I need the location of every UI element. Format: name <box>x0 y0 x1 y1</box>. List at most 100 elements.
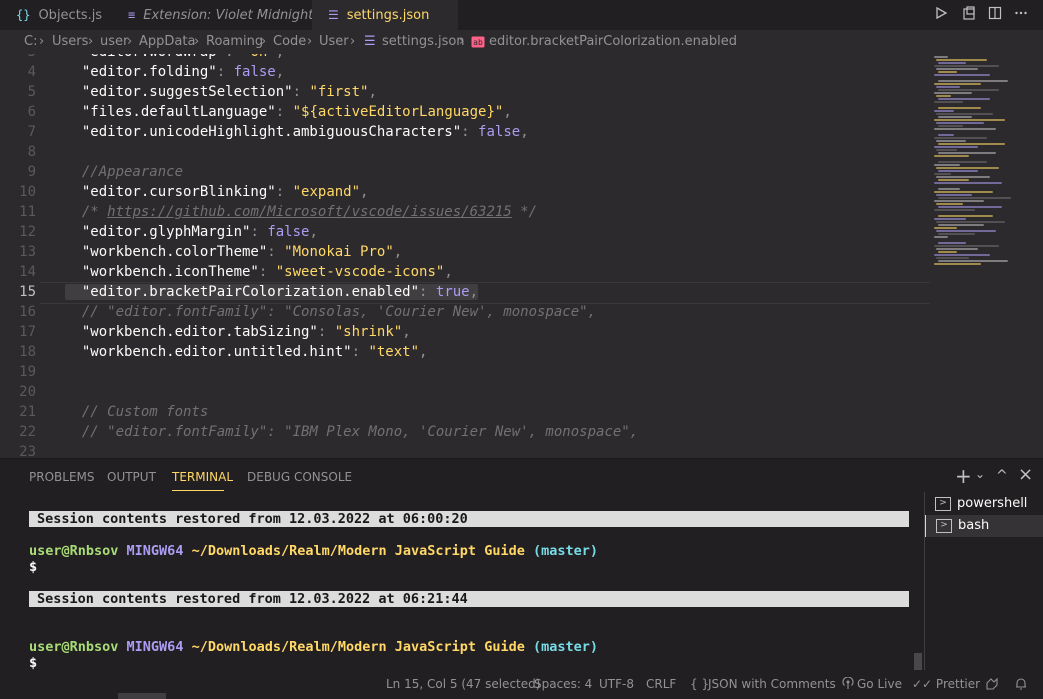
minimap-line <box>934 101 963 103</box>
breadcrumb-item[interactable]: C: <box>24 34 37 49</box>
minimap-line <box>934 173 951 175</box>
end-of-line[interactable]: CRLF <box>646 677 676 691</box>
breadcrumb-item[interactable]: settings.json <box>382 34 465 49</box>
close-panel-icon[interactable]: × <box>1018 464 1033 485</box>
code-line[interactable]: 20 <box>0 382 930 402</box>
terminal-prompt-line: user@Rnbsov MINGW64 ~/Downloads/Realm/Mo… <box>29 639 599 655</box>
minimap-line <box>936 59 987 61</box>
prettier-button[interactable]: ✓✓ Prettier <box>912 677 980 691</box>
line-number: 18 <box>19 344 36 360</box>
code-line[interactable]: 15 "editor.bracketPairColorization.enabl… <box>0 282 930 304</box>
run-icon[interactable] <box>932 6 950 24</box>
minimap-line <box>936 221 1005 223</box>
line-number: 12 <box>19 224 36 240</box>
tab-debug-console[interactable]: DEBUG CONSOLE <box>247 470 352 484</box>
notifications-bell-icon[interactable] <box>1015 677 1027 694</box>
minimap-line <box>938 98 990 100</box>
code-line[interactable]: 4 "editor.folding": false, <box>0 62 930 82</box>
code-line[interactable]: 3 "editor.wordWrap": "on", <box>0 54 930 62</box>
js-file-icon: {} <box>16 8 31 22</box>
line-number: 20 <box>19 384 36 400</box>
code-line[interactable]: 7 "editor.unicodeHighlight.ambiguousChar… <box>0 122 930 142</box>
minimap-line <box>938 152 996 154</box>
go-live-button[interactable]: Go Live <box>857 677 902 691</box>
code-line[interactable]: 23 <box>0 442 930 458</box>
chevron-down-icon[interactable]: ⌄ <box>975 467 985 481</box>
breadcrumb-item[interactable]: User <box>319 34 349 49</box>
minimap-line <box>938 233 975 235</box>
code-line[interactable]: 14 "workbench.iconTheme": "sweet-vscode-… <box>0 262 930 282</box>
maximize-panel-icon[interactable]: ^ <box>996 468 1008 484</box>
feedback-icon[interactable] <box>985 677 999 694</box>
open-settings-ui-icon[interactable] <box>960 6 978 24</box>
code-line[interactable]: 8 <box>0 142 930 162</box>
new-terminal-icon[interactable]: + <box>955 464 972 488</box>
terminal-item-bash[interactable]: > bash <box>925 515 1043 537</box>
breadcrumb-item[interactable]: Roaming <box>206 34 263 49</box>
code-editor[interactable]: 3 "editor.wordWrap": "on",4 "editor.fold… <box>0 54 1043 458</box>
minimap-line <box>938 197 1011 199</box>
code-line[interactable]: 13 "workbench.colorTheme": "Monokai Pro"… <box>0 242 930 262</box>
encoding[interactable]: UTF-8 <box>599 677 634 691</box>
code-text: "editor.unicodeHighlight.ambiguousCharac… <box>81 124 529 140</box>
code-line[interactable]: 9 //Appearance <box>0 162 930 182</box>
breadcrumb-separator: › <box>127 34 133 49</box>
code-line[interactable]: 17 "workbench.editor.tabSizing": "shrink… <box>0 322 930 342</box>
code-line[interactable]: 22 // "editor.fontFamily": "IBM Plex Mon… <box>0 422 930 442</box>
session-restored-banner: Session contents restored from 12.03.202… <box>29 511 909 527</box>
svg-text:ab: ab <box>473 38 483 47</box>
terminal-prompt-symbol: $ <box>29 559 38 575</box>
language-mode[interactable]: JSON with Comments <box>708 677 836 691</box>
minimap-line <box>938 125 963 127</box>
line-number: 16 <box>19 304 36 320</box>
code-text: "workbench.editor.tabSizing": "shrink", <box>81 324 411 340</box>
tab-problems[interactable]: PROBLEMS <box>29 470 95 484</box>
tab-objects-js[interactable]: {} Objects.js <box>0 0 128 30</box>
code-line[interactable]: 19 <box>0 362 930 382</box>
minimap-line <box>934 119 1005 121</box>
json-file-icon: ☰ <box>364 34 376 49</box>
breadcrumb-separator: › <box>459 34 465 49</box>
code-line[interactable]: 5 "editor.suggestSelection": "first", <box>0 82 930 102</box>
more-actions-icon[interactable] <box>1012 6 1030 24</box>
braces-icon: { } <box>690 677 710 691</box>
indentation[interactable]: Spaces: 4 <box>534 677 592 691</box>
minimap-line <box>934 92 972 94</box>
code-line[interactable]: 12 "editor.glyphMargin": false, <box>0 222 930 242</box>
tab-output[interactable]: OUTPUT <box>107 470 156 484</box>
minimap-line <box>936 140 966 142</box>
code-text: "editor.glyphMargin": false, <box>81 224 318 240</box>
minimap-line <box>938 62 966 64</box>
split-editor-icon[interactable] <box>986 6 1004 24</box>
code-line[interactable]: 6 "files.defaultLanguage": "${activeEdit… <box>0 102 930 122</box>
breadcrumb-item[interactable]: Users <box>52 34 88 49</box>
minimap[interactable] <box>928 54 1043 284</box>
code-text: /* https://github.com/Microsoft/vscode/i… <box>65 204 538 220</box>
tab-settings-json[interactable]: ☰ settings.json <box>312 0 458 30</box>
line-number: 15 <box>19 284 36 300</box>
cursor-position[interactable]: Ln 15, Col 5 (47 selected) <box>386 677 540 691</box>
code-text: "editor.folding": false, <box>81 64 285 80</box>
code-line[interactable]: 10 "editor.cursorBlinking": "expand", <box>0 182 930 202</box>
minimap-line <box>934 191 993 193</box>
minimap-line <box>934 182 1002 184</box>
minimap-line <box>934 209 975 211</box>
tab-terminal[interactable]: TERMINAL <box>172 470 233 484</box>
minimap-line <box>938 188 960 190</box>
code-line[interactable]: 11 /* https://github.com/Microsoft/vscod… <box>0 202 930 222</box>
breadcrumb-item[interactable]: editor.bracketPairColorization.enabled <box>489 34 737 49</box>
terminal-item-powershell[interactable]: > powershell <box>925 493 1043 515</box>
tab-extension-violet-midnight[interactable]: ≡ Extension: Violet Midnight <box>112 0 328 30</box>
line-number: 5 <box>27 84 36 100</box>
breadcrumb-item[interactable]: Code <box>273 34 306 49</box>
code-text: "editor.bracketPairColorization.enabled"… <box>65 282 479 302</box>
line-number: 9 <box>27 164 36 180</box>
minimap-line <box>934 200 984 202</box>
code-line[interactable]: 21 // Custom fonts <box>0 402 930 422</box>
breadcrumb-item[interactable]: user <box>100 34 128 49</box>
terminal-scrollbar[interactable] <box>914 653 922 671</box>
breadcrumb-item[interactable]: AppData <box>139 34 195 49</box>
code-line[interactable]: 16 // "editor.fontFamily": "Consolas, 'C… <box>0 302 930 322</box>
bottom-panel: PROBLEMS OUTPUT TERMINAL DEBUG CONSOLE +… <box>0 458 1043 672</box>
code-line[interactable]: 18 "workbench.editor.untitled.hint": "te… <box>0 342 930 362</box>
